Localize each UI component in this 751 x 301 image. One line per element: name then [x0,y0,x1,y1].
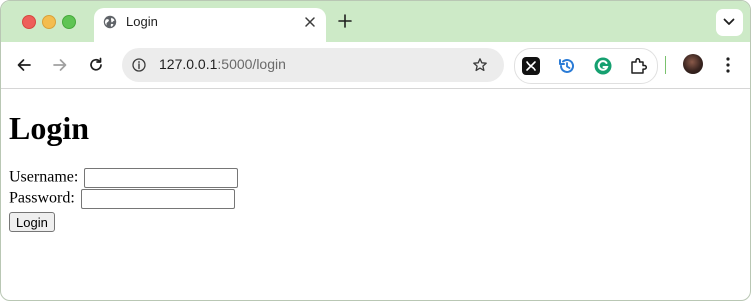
page-title: Login [9,110,90,146]
tab-search-button[interactable] [716,9,743,36]
password-label: Password: [9,189,75,207]
url-text[interactable]: 127.0.0.1:5000/login [159,56,286,72]
tab-strip: Login [1,1,750,42]
chevron-down-icon [723,18,735,25]
kebab-menu-icon[interactable] [726,56,730,74]
globe-icon [103,15,117,29]
avatar[interactable] [683,54,703,74]
arrow-right-icon[interactable] [51,56,69,74]
username-field[interactable] [84,168,239,188]
close-icon[interactable] [303,15,317,29]
arrow-left-icon[interactable] [15,56,33,74]
puzzle-icon[interactable] [629,56,649,76]
plus-icon[interactable] [337,13,353,29]
history-icon[interactable] [557,56,577,76]
url-path: :5000/login [217,56,286,72]
password-field[interactable] [80,189,235,209]
login-button[interactable]: Login [9,212,55,232]
scissors-app-icon[interactable] [521,56,541,76]
page-content: Login Username: Password: Login [1,89,750,300]
tab-login[interactable]: Login [94,8,326,42]
toolbar-divider [665,56,666,74]
address-bar[interactable]: 127.0.0.1:5000/login [122,48,504,82]
url-host: 127.0.0.1 [159,56,218,72]
window-minimize-button[interactable] [42,15,56,29]
star-icon[interactable] [472,57,488,73]
extensions-group [514,48,658,84]
password-row: Password: [9,189,235,209]
tab-title: Login [126,14,158,29]
browser-window: Login 127.0.0.1:5000/login Login Usernam… [0,0,751,301]
browser-toolbar: 127.0.0.1:5000/login [1,42,750,89]
window-zoom-button[interactable] [62,15,76,29]
info-icon[interactable] [132,58,146,72]
grammarly-icon[interactable] [593,56,613,76]
window-close-button[interactable] [22,15,36,29]
username-label: Username: [9,168,79,186]
username-row: Username: [9,168,239,188]
reload-icon[interactable] [87,56,105,74]
